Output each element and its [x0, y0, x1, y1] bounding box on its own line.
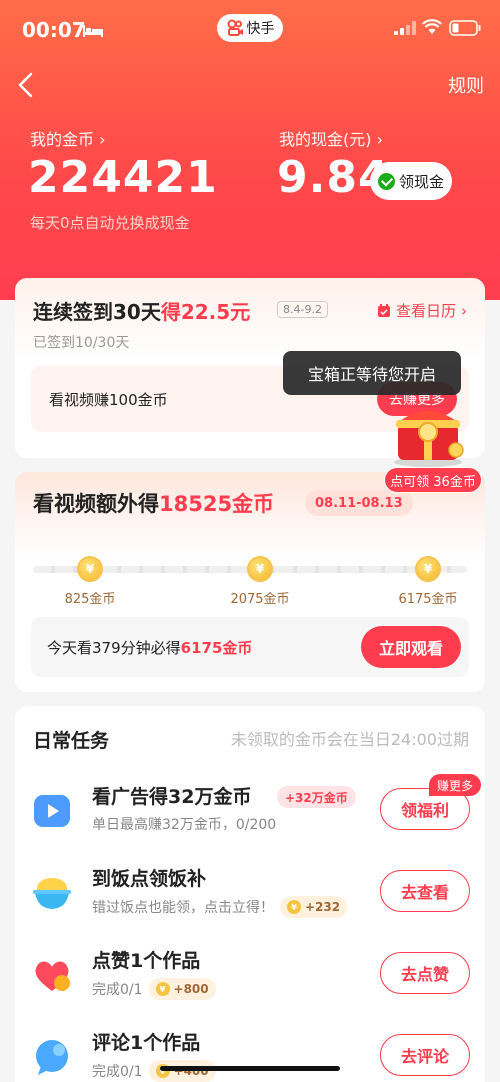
- chest-tooltip: 宝箱正等待您开启: [283, 351, 461, 395]
- rice-bowl-icon: [33, 878, 71, 909]
- task-desc: 错过饭点也能领，点击立得！ ¥ +232: [92, 896, 348, 918]
- calendar-icon: [377, 303, 390, 317]
- milestone-1: ¥ 825金币: [40, 556, 140, 607]
- coin-icon: ¥: [415, 556, 441, 582]
- task-name: 看广告得32万金币: [92, 786, 252, 808]
- task-reward: ¥ +400: [148, 1060, 216, 1082]
- task-row-like[interactable]: 点赞1个作品 完成0/1 ¥ +800 去点赞: [15, 942, 485, 1022]
- task-name: 到饭点领饭补: [92, 868, 207, 890]
- task-desc: 单日最高赚32万金币，0/200: [92, 817, 277, 833]
- earn-more-badge: 赚更多: [429, 774, 482, 796]
- watch-goal-text: 今天看379分钟必得6175金币: [47, 639, 253, 657]
- withdraw-label: 领现金: [398, 172, 444, 191]
- status-bar: 00:07 快手: [0, 8, 500, 48]
- checkin-title: 连续签到30天得22.5元: [33, 300, 251, 324]
- battery-icon: [449, 20, 481, 36]
- milestone-2: ¥ 2075金币: [210, 556, 310, 607]
- task-name: 评论1个作品: [92, 1032, 201, 1054]
- checkin-task-text: 看视频赚100金币: [49, 391, 168, 409]
- coins-note: 每天0点自动兑换成现金: [30, 214, 190, 232]
- app-name: 快手: [246, 21, 275, 37]
- rules-link[interactable]: 规则: [448, 72, 484, 98]
- coin-icon: ¥: [77, 556, 103, 582]
- kuaishou-logo-icon: [227, 19, 243, 36]
- back-arrow-icon[interactable]: [16, 72, 36, 98]
- checkin-date-tag: 8.4-9.2: [277, 301, 328, 318]
- home-indicator[interactable]: [160, 1066, 340, 1071]
- comment-button[interactable]: 去评论: [380, 1034, 470, 1076]
- coins-value: 224421: [28, 152, 218, 203]
- daily-tasks-card: 日常任务 未领取的金币会在当日24:00过期 看广告得32万金币 +32万金币 …: [15, 706, 485, 1082]
- task-desc: 完成0/1 ¥ +800: [92, 978, 216, 1000]
- video-bonus-date: 08.11-08.13: [305, 490, 413, 516]
- task-reward: ¥ +800: [148, 978, 216, 1000]
- view-calendar-link[interactable]: 查看日历 ›: [377, 300, 467, 321]
- video-bonus-card: 看视频额外得18525金币 08.11-08.13 ¥ 825金币 ¥ 2075…: [15, 472, 485, 692]
- my-coins-label[interactable]: 我的金币 ›: [30, 126, 106, 150]
- signal-icon: [394, 21, 416, 35]
- wifi-icon: [422, 19, 442, 34]
- video-play-icon: [34, 795, 70, 827]
- comment-bubble-icon: [36, 1040, 68, 1075]
- task-desc: 完成0/1 ¥ +400: [92, 1060, 216, 1082]
- task-tag: +32万金币: [277, 786, 356, 808]
- task-reward: ¥ +232: [280, 896, 348, 918]
- chest-reward-badge[interactable]: 点可领 36金币: [384, 467, 482, 493]
- wechat-icon: [377, 172, 395, 190]
- heart-icon: [35, 961, 70, 991]
- checkin-progress: 已签到10/30天: [33, 335, 130, 351]
- coin-icon: ¥: [155, 982, 170, 996]
- bed-icon: [83, 25, 103, 37]
- task-name: 点赞1个作品: [92, 950, 201, 972]
- task-row-ad[interactable]: 看广告得32万金币 +32万金币 单日最高赚32万金币，0/200 领福利 赚更…: [15, 774, 485, 858]
- app-indicator-pill[interactable]: 快手: [217, 14, 283, 42]
- daily-tasks-title: 日常任务: [33, 730, 110, 752]
- milestone-3: ¥ 6175金币: [378, 556, 478, 607]
- status-time: 00:07: [22, 18, 86, 42]
- like-button[interactable]: 去点赞: [380, 952, 470, 994]
- withdraw-cash-button[interactable]: 领现金: [370, 162, 452, 200]
- coin-icon: ¥: [287, 900, 301, 914]
- video-bonus-title: 看视频额外得18525金币: [33, 492, 275, 516]
- treasure-chest-icon[interactable]: [386, 394, 470, 468]
- watch-goal-box: 今天看379分钟必得6175金币 立即观看: [31, 617, 469, 677]
- my-cash-label[interactable]: 我的现金(元) ›: [279, 126, 383, 150]
- daily-tasks-note: 未领取的金币会在当日24:00过期: [230, 730, 469, 749]
- view-meal-button[interactable]: 去查看: [380, 870, 470, 912]
- task-row-comment[interactable]: 评论1个作品 完成0/1 ¥ +400 去评论: [15, 1024, 485, 1082]
- task-row-meal[interactable]: 到饭点领饭补 错过饭点也能领，点击立得！ ¥ +232 去查看: [15, 860, 485, 940]
- coin-icon: ¥: [247, 556, 273, 582]
- watch-now-button[interactable]: 立即观看: [361, 626, 461, 668]
